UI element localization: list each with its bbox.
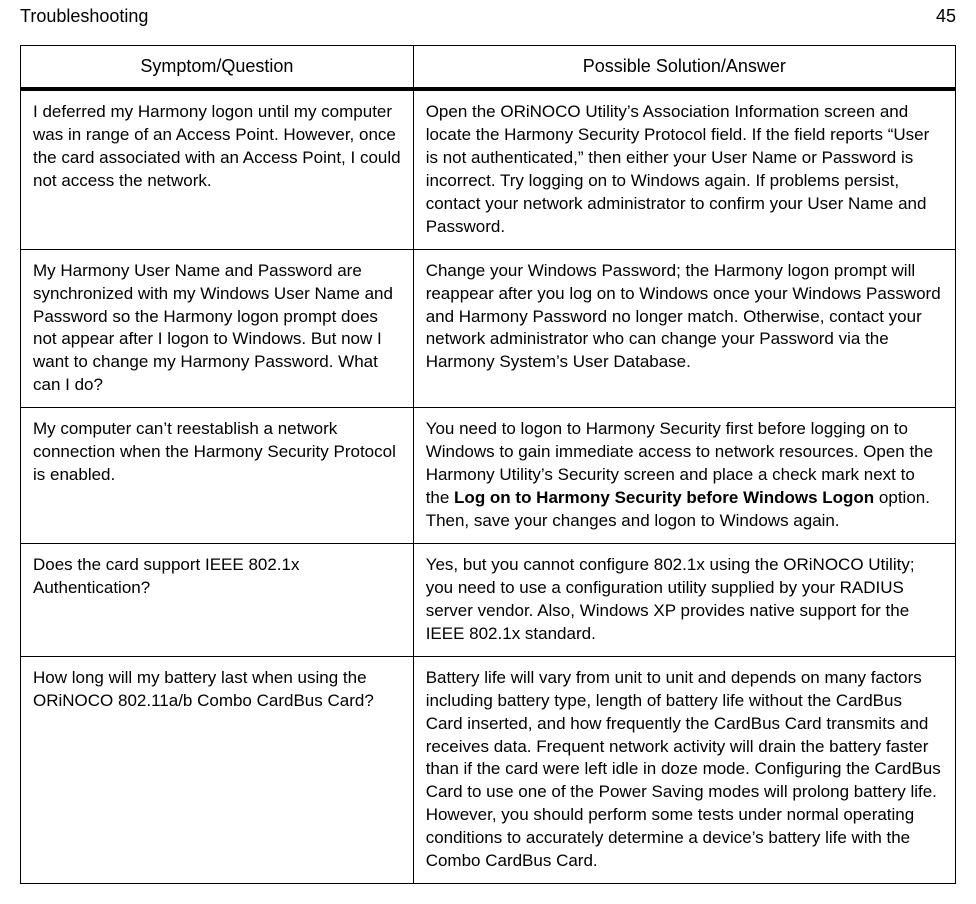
col-header-solution: Possible Solution/Answer	[413, 46, 955, 90]
table-header-row: Symptom/Question Possible Solution/Answe…	[21, 46, 956, 90]
section-title: Troubleshooting	[20, 6, 148, 27]
solution-cell: Open the ORiNOCO Utility’s Association I…	[413, 89, 955, 249]
solution-cell: You need to logon to Harmony Security fi…	[413, 408, 955, 544]
solution-cell: Yes, but you cannot configure 802.1x usi…	[413, 543, 955, 656]
symptom-cell: Does the card support IEEE 802.1x Authen…	[21, 543, 414, 656]
troubleshooting-table: Symptom/Question Possible Solution/Answe…	[20, 45, 956, 884]
table-row: My computer can’t reestablish a network …	[21, 408, 956, 544]
table-row: Does the card support IEEE 802.1x Authen…	[21, 543, 956, 656]
solution-cell: Change your Windows Password; the Harmon…	[413, 249, 955, 408]
symptom-cell: How long will my battery last when using…	[21, 656, 414, 883]
symptom-cell: My computer can’t reestablish a network …	[21, 408, 414, 544]
table-row: I deferred my Harmony logon until my com…	[21, 89, 956, 249]
col-header-symptom: Symptom/Question	[21, 46, 414, 90]
table-row: My Harmony User Name and Password are sy…	[21, 249, 956, 408]
solution-text-bold: Log on to Harmony Security before Window…	[454, 488, 874, 507]
table-row: How long will my battery last when using…	[21, 656, 956, 883]
symptom-cell: My Harmony User Name and Password are sy…	[21, 249, 414, 408]
solution-cell: Battery life will vary from unit to unit…	[413, 656, 955, 883]
page-number: 45	[936, 6, 956, 27]
symptom-cell: I deferred my Harmony logon until my com…	[21, 89, 414, 249]
page-header: Troubleshooting 45	[20, 0, 956, 45]
